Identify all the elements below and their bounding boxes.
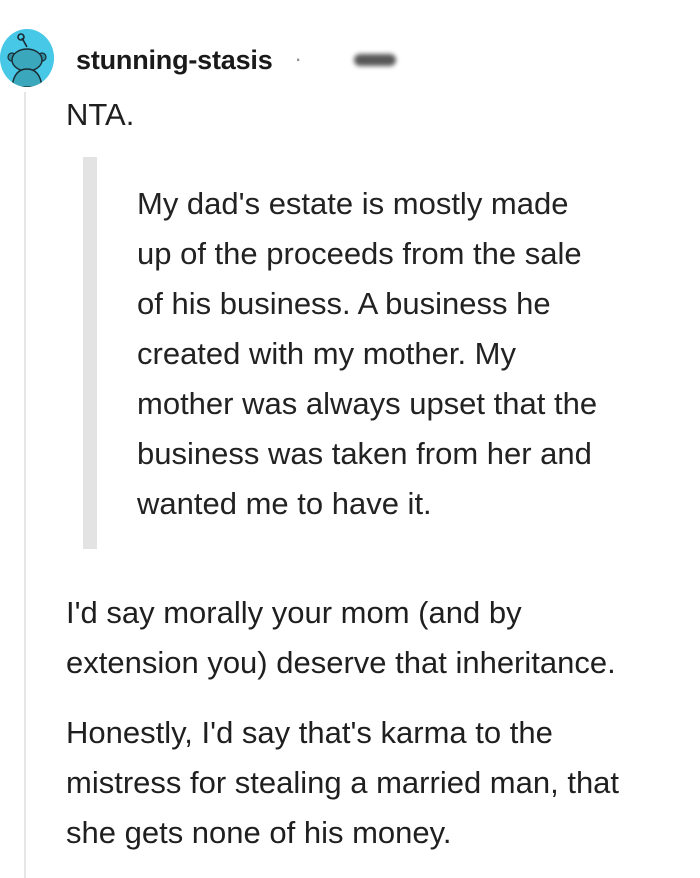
paragraph-line: mistress for stealing a married man, tha… bbox=[66, 765, 620, 800]
quote-line: business was taken from her and bbox=[137, 436, 592, 471]
separator-dot: · bbox=[294, 46, 302, 71]
comment-paragraph-3: Honestly, I'd say that's karma to the mi… bbox=[66, 708, 700, 858]
quote-line: My dad's estate is mostly made bbox=[137, 186, 569, 221]
blockquote: My dad's estate is mostly made up of the… bbox=[83, 157, 663, 549]
user-avatar[interactable] bbox=[0, 29, 54, 87]
quote-line: mother was always upset that the bbox=[137, 386, 598, 421]
paragraph-line: extension you) deserve that inheritance. bbox=[66, 645, 616, 680]
comment-opening: NTA. bbox=[66, 97, 135, 132]
thread-line[interactable] bbox=[24, 92, 26, 878]
quote-bar bbox=[83, 157, 97, 549]
username-link[interactable]: stunning-stasis bbox=[76, 45, 273, 76]
paragraph-line: she gets none of his money. bbox=[66, 815, 452, 850]
quote-line: up of the proceeds from the sale bbox=[137, 236, 582, 271]
comment-header: stunning-stasis · bbox=[76, 40, 396, 80]
quote-line: of his business. A business he bbox=[137, 286, 551, 321]
quote-line: wanted me to have it. bbox=[137, 486, 432, 521]
blurred-timestamp bbox=[353, 54, 396, 66]
quote-text: My dad's estate is mostly made up of the… bbox=[137, 179, 667, 529]
paragraph-line: Honestly, I'd say that's karma to the bbox=[66, 715, 553, 750]
quote-line: created with my mother. My bbox=[137, 336, 517, 371]
paragraph-line: I'd say morally your mom (and by bbox=[66, 595, 522, 630]
snoo-avatar-icon bbox=[0, 31, 54, 87]
comment-paragraph-2: I'd say morally your mom (and by extensi… bbox=[66, 588, 696, 688]
